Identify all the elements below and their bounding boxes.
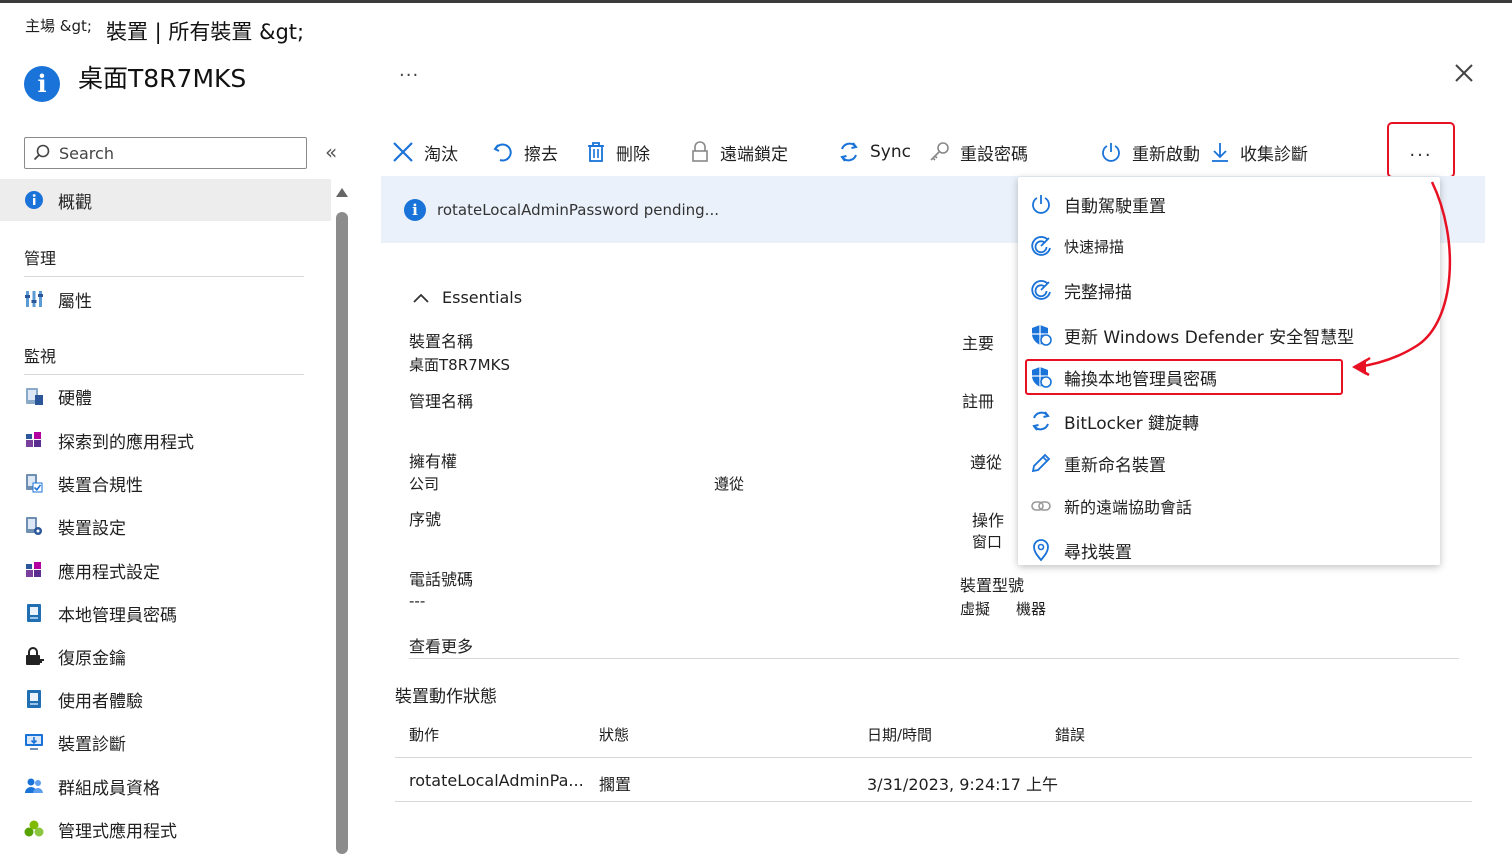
annotation-arrow-icon [1352, 181, 1452, 377]
